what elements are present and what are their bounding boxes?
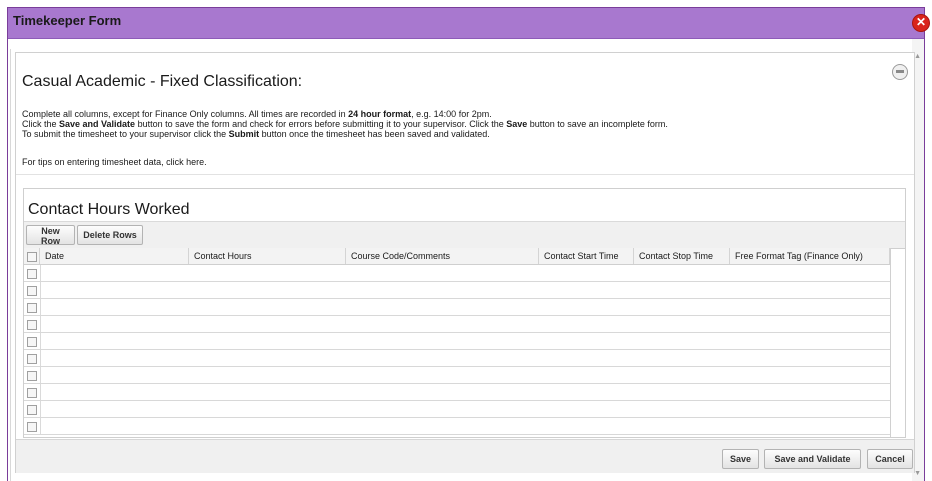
new-row-button[interactable]: New Row [26, 225, 75, 246]
row-checkbox[interactable] [27, 422, 37, 432]
table-row[interactable] [24, 282, 890, 299]
instruction-emphasis: Save [506, 119, 528, 129]
table-row[interactable] [24, 384, 890, 401]
row-divider [40, 299, 41, 315]
section-divider [16, 174, 914, 175]
table-row[interactable] [24, 401, 890, 418]
instructions-text: Complete all columns, except for Finance… [22, 109, 902, 139]
scroll-up-arrow-icon[interactable]: ▲ [914, 53, 921, 60]
print-icon[interactable] [892, 64, 908, 80]
table-row[interactable] [24, 333, 890, 350]
form-panel: Casual Academic - Fixed Classification: … [15, 52, 915, 473]
row-checkbox[interactable] [27, 388, 37, 398]
row-divider [40, 401, 41, 417]
left-divider [10, 49, 11, 481]
window-title: Timekeeper Form [13, 13, 122, 28]
row-checkbox[interactable] [27, 303, 37, 313]
timekeeper-window: Timekeeper Form ✕ ▲ ▼ Casual Academic - … [7, 7, 930, 481]
grid-right-edge [890, 248, 891, 437]
column-header-date[interactable]: Date [40, 248, 189, 264]
column-header-start-time[interactable]: Contact Start Time [539, 248, 634, 264]
table-row[interactable] [24, 367, 890, 384]
instruction-text: button to save an incomplete form. [527, 119, 668, 129]
form-content: ▲ ▼ Casual Academic - Fixed Classificati… [8, 39, 924, 481]
row-divider [40, 316, 41, 332]
select-all-cell [24, 248, 40, 264]
row-checkbox[interactable] [27, 337, 37, 347]
row-divider [40, 384, 41, 400]
select-all-checkbox[interactable] [27, 252, 37, 262]
grid-title: Contact Hours Worked [28, 201, 190, 218]
title-bar: Timekeeper Form ✕ [8, 8, 930, 39]
column-header-finance-tag[interactable]: Free Format Tag (Finance Only) [730, 248, 890, 264]
row-checkbox[interactable] [27, 354, 37, 364]
row-divider [40, 282, 41, 298]
row-divider [40, 265, 41, 281]
grid-header: Date Contact Hours Course Code/Comments … [24, 248, 890, 265]
tips-link[interactable]: For tips on entering timesheet data, cli… [22, 157, 207, 167]
row-divider [40, 350, 41, 366]
instruction-text: , e.g. 14:00 for 2pm. [411, 109, 492, 119]
row-checkbox[interactable] [27, 320, 37, 330]
table-row[interactable] [24, 418, 890, 435]
delete-rows-button[interactable]: Delete Rows [77, 225, 143, 245]
cancel-button[interactable]: Cancel [867, 449, 913, 469]
row-divider [40, 367, 41, 383]
row-checkbox[interactable] [27, 286, 37, 296]
table-row[interactable] [24, 316, 890, 333]
row-divider [40, 418, 41, 434]
contact-hours-grid: Contact Hours Worked New Row Delete Rows… [23, 188, 906, 438]
close-icon[interactable]: ✕ [912, 14, 930, 32]
instruction-text: button once the timesheet has been saved… [259, 129, 490, 139]
row-checkbox[interactable] [27, 269, 37, 279]
column-header-stop-time[interactable]: Contact Stop Time [634, 248, 730, 264]
row-checkbox[interactable] [27, 371, 37, 381]
column-header-course-code[interactable]: Course Code/Comments [346, 248, 539, 264]
instruction-text: Complete all columns, except for Finance… [22, 109, 349, 119]
form-heading: Casual Academic - Fixed Classification: [22, 73, 303, 90]
table-row[interactable] [24, 350, 890, 367]
scroll-down-arrow-icon[interactable]: ▼ [914, 470, 921, 477]
row-divider [40, 333, 41, 349]
form-footer: Save Save and Validate Cancel [16, 439, 914, 473]
save-button[interactable]: Save [722, 449, 759, 469]
table-row[interactable] [24, 265, 890, 282]
instruction-text: To submit the timesheet to your supervis… [22, 129, 229, 139]
instruction-text: Click the [22, 119, 60, 129]
save-and-validate-button[interactable]: Save and Validate [764, 449, 861, 469]
instruction-emphasis: Submit [228, 129, 260, 139]
grid-toolbar: New Row Delete Rows [24, 221, 905, 249]
instruction-text: button to save the form and check for er… [135, 119, 507, 129]
instruction-emphasis: 24 hour format [348, 109, 412, 119]
table-row[interactable] [24, 299, 890, 316]
column-header-contact-hours[interactable]: Contact Hours [189, 248, 346, 264]
instruction-emphasis: Save and Validate [59, 119, 136, 129]
row-checkbox[interactable] [27, 405, 37, 415]
